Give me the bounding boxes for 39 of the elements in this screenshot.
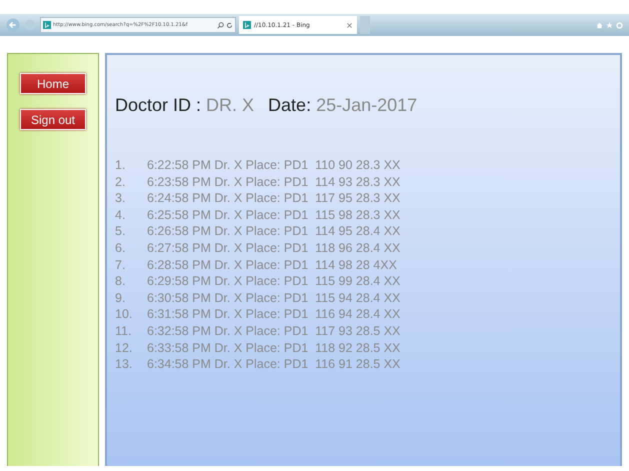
record-text: 6:29:58 PM Dr. X Place: PD1 115 99 28.4 XX: [147, 274, 400, 290]
record-number: 1.: [115, 158, 126, 174]
record-number: 10.: [115, 307, 134, 324]
record-text: 6:30:58 PM Dr. X Place: PD1 115 94 28.4 XX: [147, 290, 400, 307]
refresh-icon[interactable]: [226, 22, 233, 28]
search-icon[interactable]: [217, 22, 224, 28]
record-text: 6:31:58 PM Dr. X Place: PD1 116 94 28.4 XX: [147, 307, 400, 324]
record-number: 9.: [115, 290, 126, 307]
record-number: 4.: [115, 208, 126, 224]
doctor-id-value: DR. X: [206, 95, 254, 116]
record-text: 6:25:58 PM Dr. X Place: PD1 115 98 28.3 XX: [147, 208, 400, 224]
record-number: 2.: [115, 174, 126, 191]
date-value: 25-Jan-2017: [316, 95, 418, 116]
record-text: 6:24:58 PM Dr. X Place: PD1 117 95 28.3 XX: [147, 191, 400, 208]
record-text: 6:34:58 PM Dr. X Place: PD1 116 91 28.5 XX: [147, 357, 400, 374]
back-icon[interactable]: [6, 18, 20, 32]
record-number: 5.: [115, 224, 126, 240]
record-text: 6:28:58 PM Dr. X Place: PD1 114 98 28 4XX: [147, 258, 397, 274]
star-icon[interactable]: [606, 22, 613, 28]
record-number: 6.: [115, 240, 126, 257]
record-text: 6:27:58 PM Dr. X Place: PD1 118 96 28.4 XX: [147, 240, 400, 257]
doctor-id-label: Doctor ID :: [115, 95, 202, 116]
date-label: Date:: [268, 95, 312, 116]
record-text: 6:26:58 PM Dr. X Place: PD1 114 95 28.4 XX: [147, 224, 400, 240]
record-number: 8.: [115, 274, 126, 290]
nav-button[interactable]: Home: [20, 73, 86, 94]
new-tab-button[interactable]: [360, 16, 370, 34]
close-icon[interactable]: [346, 22, 353, 28]
nav-button[interactable]: Sign out: [20, 109, 86, 130]
record-text: 6:33:58 PM Dr. X Place: PD1 118 92 28.5 XX: [147, 340, 400, 357]
record-number: 7.: [115, 258, 126, 274]
home-icon[interactable]: [596, 22, 603, 28]
record-number: 12.: [115, 340, 134, 357]
record-text: 6:32:58 PM Dr. X Place: PD1 117 93 28.5 XX: [147, 324, 400, 340]
record-number: 3.: [115, 191, 126, 208]
record-text: 6:23:58 PM Dr. X Place: PD1 114 93 28.3 XX: [147, 174, 400, 191]
record-number: 13.: [115, 357, 134, 374]
record-text: 6:22:58 PM Dr. X Place: PD1 110 90 28.3 XX: [147, 158, 400, 174]
record-number: 11.: [115, 324, 132, 340]
